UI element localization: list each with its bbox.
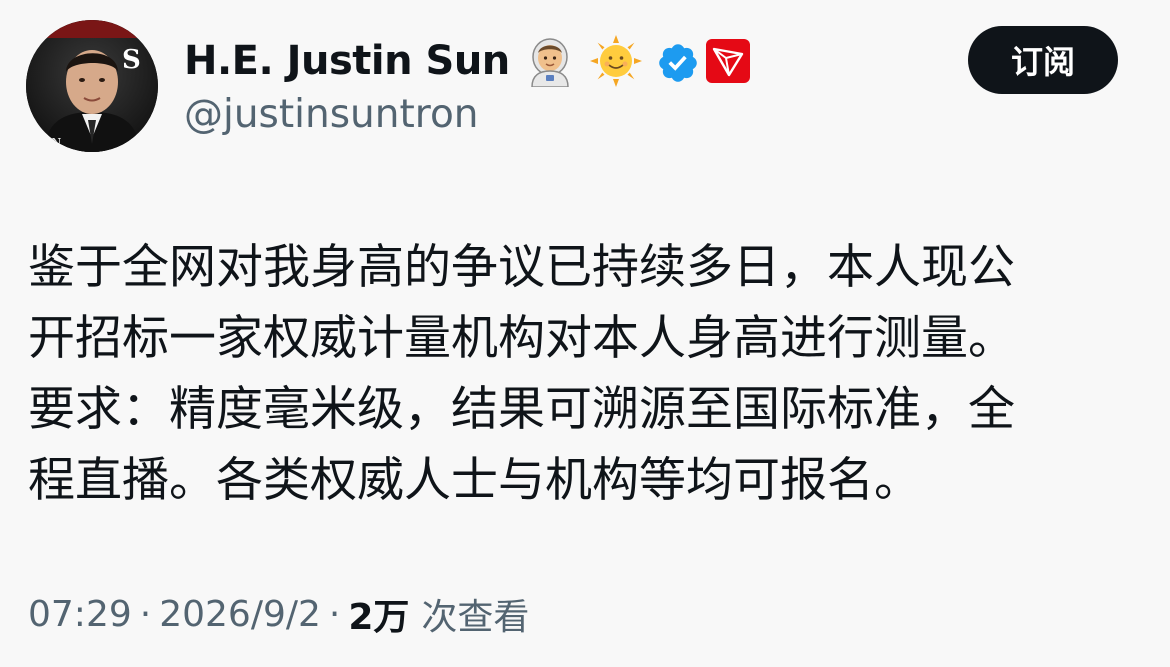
tweet-text-line: 要求：精度毫米级，结果可溯源至国际标准，全 xyxy=(28,382,1015,437)
astronaut-emoji-icon xyxy=(524,35,576,87)
meta-separator: · xyxy=(328,593,341,635)
sun-emoji-icon xyxy=(589,35,642,87)
tweet-meta: 07:29 · 2026/9/2 · 2万 次查看 xyxy=(28,586,529,642)
svg-text:S: S xyxy=(122,45,141,75)
verified-badge-icon[interactable] xyxy=(656,41,700,85)
tweet-date[interactable]: 2026/9/2 xyxy=(159,594,321,635)
svg-text:RION: RION xyxy=(30,136,62,149)
tweet-text: 鉴于全网对我身高的争议已持续多日，本人现公 开招标一家权威计量机构对本人身高进行… xyxy=(28,232,1108,516)
tweet-text-line: 鉴于全网对我身高的争议已持续多日，本人现公 xyxy=(28,240,1015,295)
tweet-text-line: 程直播。各类权威人士与机构等均可报名。 xyxy=(28,453,921,508)
subscribe-button[interactable]: 订阅 xyxy=(968,26,1118,94)
tweet-time[interactable]: 07:29 xyxy=(28,594,132,635)
tweet-text-line: 开招标一家权威计量机构对本人身高进行测量。 xyxy=(28,311,1015,366)
author-display-name[interactable]: H.E. Justin Sun xyxy=(184,32,510,90)
meta-separator: · xyxy=(139,593,152,635)
tron-logo-icon xyxy=(704,37,752,85)
tweet-card: S RION H.E. Justin Sun @justinsuntron 订阅… xyxy=(0,0,1170,667)
author-name-row: H.E. Justin Sun xyxy=(184,32,752,90)
author-handle[interactable]: @justinsuntron xyxy=(184,90,479,140)
avatar[interactable]: S RION xyxy=(26,20,158,152)
views-label: 次查看 xyxy=(421,597,530,638)
avatar-image: S RION xyxy=(26,20,158,152)
views-count: 2万 xyxy=(348,597,410,638)
